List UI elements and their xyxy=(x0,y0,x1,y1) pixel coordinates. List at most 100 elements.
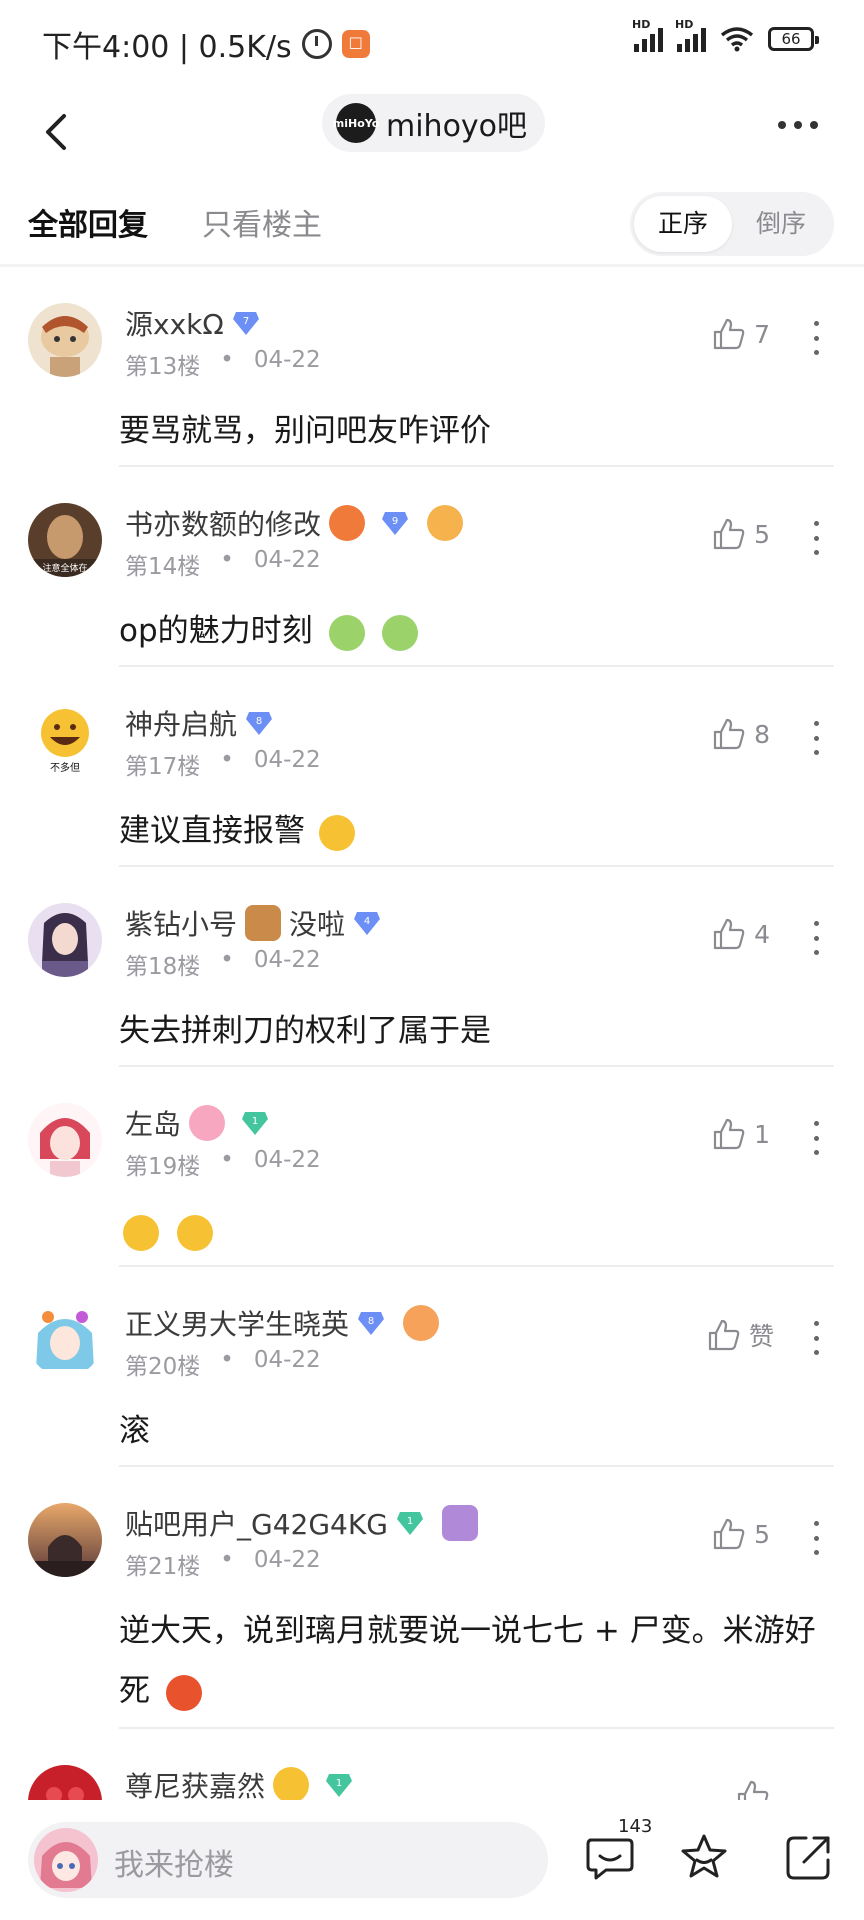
avatar[interactable] xyxy=(28,903,102,977)
level-badge-icon: 1 xyxy=(396,1510,424,1536)
reply-placeholder: 我来抢楼 xyxy=(114,1848,234,1883)
forum-pill[interactable]: miHoYo mihoyo吧 xyxy=(322,94,546,152)
like-button[interactable]: 5 xyxy=(712,517,770,551)
alarm-icon xyxy=(301,29,332,59)
reply-item: 尊尼获嘉然 1 xyxy=(0,1729,864,1800)
level-badge-icon: 8 xyxy=(245,710,273,736)
post-date: 04-22 xyxy=(253,1547,321,1573)
floor-number: 第17楼 xyxy=(125,754,201,780)
like-button[interactable]: 7 xyxy=(712,317,770,351)
reply-content-wrap: op的魅力时刻 xyxy=(119,601,819,661)
status-time-speed: 下午4:00 | 0.5K/s xyxy=(42,30,292,65)
username[interactable]: 书亦数额的修改 xyxy=(125,503,321,543)
post-more-button[interactable] xyxy=(810,1521,822,1555)
order-asc-button[interactable]: 正序 xyxy=(634,196,732,252)
username[interactable]: 贴吧用户_G42G4KG xyxy=(125,1503,388,1543)
avatar[interactable] xyxy=(28,1765,102,1800)
like-button[interactable] xyxy=(736,1779,770,1800)
hd-label-2: HD xyxy=(675,18,694,31)
decoration-badge-icon xyxy=(427,505,464,541)
angry-face-emoji-icon xyxy=(165,1674,202,1711)
level-number: 7 xyxy=(243,316,249,327)
floor-number: 第21楼 xyxy=(125,1554,201,1580)
svg-text:不多但: 不多但 xyxy=(50,761,80,774)
comment-icon xyxy=(586,1838,634,1880)
reply-item: 左岛 1 第19楼 • 04-22 1 xyxy=(0,1067,864,1267)
cherry-blossom-emoji-icon xyxy=(189,1105,226,1141)
tab-only-op[interactable]: 只看楼主 xyxy=(202,200,322,244)
post-more-button[interactable] xyxy=(810,1121,822,1155)
user-row: 源xxkΩ 7 xyxy=(125,303,260,343)
username[interactable]: 左岛 xyxy=(125,1103,181,1143)
meta-dot: • xyxy=(220,1547,234,1573)
comments-button[interactable] xyxy=(582,1830,638,1886)
post-meta: 第19楼 • 04-22 xyxy=(125,1147,321,1181)
avatar[interactable]: 注意全体在 xyxy=(28,503,102,577)
sweat-emoji-icon xyxy=(176,1214,213,1251)
signal-icon: HD xyxy=(632,18,663,52)
order-desc-button[interactable]: 倒序 xyxy=(732,196,830,252)
reply-item: 贴吧用户_G42G4KG 1 第21楼 • 04-22 5 逆大天，说到璃月就要… xyxy=(0,1467,864,1729)
avatar[interactable] xyxy=(28,1103,102,1177)
reply-content: 失去拼刺刀的权利了属于是 xyxy=(119,1013,491,1049)
avatar[interactable] xyxy=(28,1303,102,1377)
thumbs-up-icon xyxy=(713,718,745,750)
like-count: 赞 xyxy=(748,1322,774,1351)
more-options-button[interactable] xyxy=(778,110,828,140)
reply-content: 要骂就骂，别问吧友咋评价 xyxy=(119,413,491,449)
reply-content: 滚 xyxy=(119,1413,150,1449)
username[interactable]: 紫钻小号 xyxy=(125,903,237,943)
level-number: 9 xyxy=(392,516,398,527)
post-date: 04-22 xyxy=(253,1347,321,1373)
username[interactable]: 源xxkΩ xyxy=(125,303,224,343)
order-toggle: 正序 倒序 xyxy=(630,192,834,256)
reply-feed[interactable]: 源xxkΩ 7 第13楼 • 04-22 7 要骂就骂，别问吧友咋评价 注意全体… xyxy=(0,267,864,1800)
decoration-badge-icon xyxy=(403,1305,440,1341)
thumbs-up-icon xyxy=(713,318,745,350)
tab-all-replies[interactable]: 全部回复 xyxy=(28,200,148,244)
grinning-sweat-emoji-icon xyxy=(318,814,355,851)
like-count: 4 xyxy=(754,919,770,949)
post-more-button[interactable] xyxy=(810,521,822,555)
thumbs-up-icon xyxy=(708,1319,740,1351)
floor-number: 第18楼 xyxy=(125,954,201,980)
post-more-button[interactable] xyxy=(810,921,822,955)
share-button[interactable] xyxy=(780,1830,836,1886)
username[interactable]: 神舟启航 xyxy=(125,703,237,743)
hot-face-emoji-icon xyxy=(329,505,366,541)
username[interactable]: 正义男大学生晓英 xyxy=(125,1303,349,1343)
favorite-button[interactable] xyxy=(676,1830,732,1886)
like-button[interactable]: 4 xyxy=(712,917,770,951)
like-count: 1 xyxy=(754,1119,770,1149)
dot-icon xyxy=(810,121,818,129)
reply-content-wrap: 建议直接报警 xyxy=(119,801,819,861)
level-number: 4 xyxy=(364,916,370,927)
username[interactable]: 尊尼获嘉然 xyxy=(125,1765,265,1800)
user-row: 紫钻小号 没啦 4 xyxy=(125,903,381,943)
like-button[interactable]: 1 xyxy=(712,1117,770,1151)
thumbs-up-icon xyxy=(713,1518,745,1550)
post-more-button[interactable] xyxy=(810,721,822,755)
meta-dot: • xyxy=(220,747,234,773)
user-row: 正义男大学生晓英 8 xyxy=(125,1303,447,1343)
bottom-bar: 我来抢楼 143 xyxy=(0,1800,864,1920)
post-more-button[interactable] xyxy=(810,1321,822,1355)
reply-input[interactable]: 我来抢楼 xyxy=(28,1822,548,1898)
avatar[interactable] xyxy=(28,1503,102,1577)
avatar[interactable]: 不多但 xyxy=(28,703,102,777)
like-button[interactable]: 5 xyxy=(712,1517,770,1551)
avatar[interactable] xyxy=(28,303,102,377)
post-meta: 第17楼 • 04-22 xyxy=(125,747,321,781)
level-badge-icon: 4 xyxy=(353,910,381,936)
post-more-button[interactable] xyxy=(810,321,822,355)
post-date: 04-22 xyxy=(253,347,321,373)
user-row: 神舟启航 8 xyxy=(125,703,273,743)
status-left: 下午4:00 | 0.5K/s ☐ xyxy=(42,22,370,66)
like-button[interactable]: 赞 xyxy=(707,1317,774,1353)
horse-emoji-icon xyxy=(245,905,282,941)
back-button[interactable] xyxy=(36,102,80,162)
like-button[interactable]: 8 xyxy=(712,717,770,751)
username-suffix[interactable]: 没啦 xyxy=(289,903,345,943)
post-meta: 第21楼 • 04-22 xyxy=(125,1547,321,1581)
nauseated-emoji-icon xyxy=(328,614,365,651)
